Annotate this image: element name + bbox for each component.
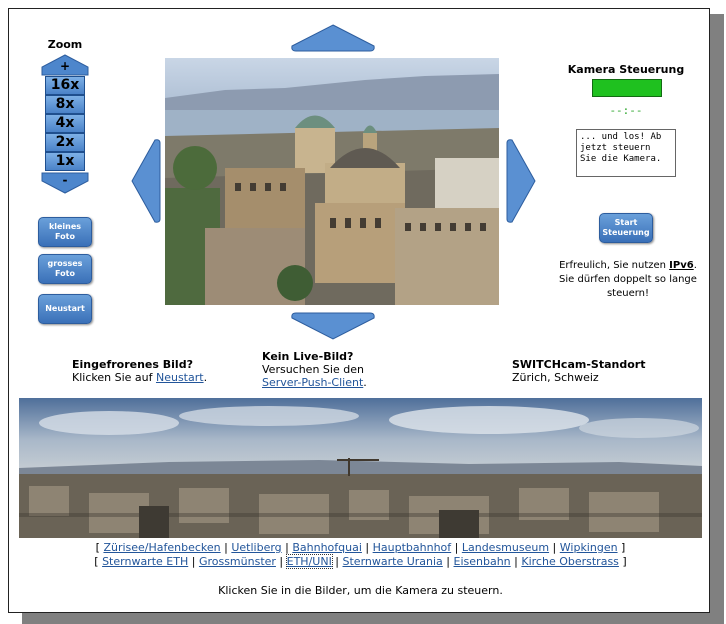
pan-up-arrow[interactable] (290, 24, 376, 52)
preset-link[interactable]: Sternwarte Urania (343, 555, 443, 568)
restart-button[interactable]: Neustart (38, 294, 92, 324)
ipv6-notice-pre: Erfreulich, Sie nutzen (559, 260, 666, 271)
pan-down-arrow[interactable] (290, 312, 376, 340)
no-live-image-text: Versuchen Sie den (262, 363, 364, 376)
footer-instruction: Klicken Sie in die Bilder, um die Kamera… (218, 584, 503, 597)
preset-link[interactable]: Wipkingen (560, 541, 618, 554)
control-message-box: ... und los! Ab jetzt steuern Sie die Ka… (576, 129, 676, 177)
preset-link[interactable]: Uetliberg (231, 541, 281, 554)
server-push-client-link[interactable]: Server-Push-Client (262, 376, 363, 389)
preset-link[interactable]: Eisenbahn (454, 555, 511, 568)
preset-links-row-2: [ Sternwarte ETH | Grossmünster | ETH/UN… (94, 554, 627, 569)
zoom-8x[interactable]: 8x (45, 95, 85, 114)
preset-link[interactable]: Grossmünster (199, 555, 276, 568)
preset-link-active[interactable]: ETH/UNI (285, 554, 333, 569)
zoom-out-label: - (62, 173, 68, 187)
small-photo-button[interactable]: kleines Foto (38, 217, 92, 247)
location-title: SWITCHcam-Standort (512, 358, 646, 371)
large-photo-button[interactable]: grosses Foto (38, 254, 92, 284)
preset-link[interactable]: Landesmuseum (462, 541, 549, 554)
zoom-in-button[interactable]: + (40, 54, 90, 76)
zoom-title: Zoom (47, 38, 83, 51)
no-live-image-title: Kein Live-Bild? (262, 350, 354, 363)
zoom-2x[interactable]: 2x (45, 133, 85, 152)
preset-link[interactable]: Hauptbahnhof (373, 541, 452, 554)
panorama-image[interactable] (19, 398, 702, 538)
frozen-image-end: . (203, 371, 208, 384)
camera-image[interactable] (165, 58, 499, 305)
zoom-1x[interactable]: 1x (45, 152, 85, 171)
frozen-image-text: Klicken Sie auf (72, 371, 153, 384)
frozen-image-title: Eingefrorenes Bild? (72, 358, 193, 371)
restart-link[interactable]: Neustart (156, 371, 204, 384)
ipv6-notice-bold: IPv6 (669, 260, 694, 271)
zoom-out-button[interactable]: - (40, 172, 90, 194)
control-status-indicator (592, 79, 662, 97)
no-live-image-end: . (363, 376, 367, 389)
preset-links-row-1: [ Zürisee/Hafenbecken | Uetliberg | Bahn… (95, 541, 626, 554)
preset-link[interactable]: Sternwarte ETH (102, 555, 188, 568)
location-info: SWITCHcam-Standort Zürich, Schweiz (512, 358, 682, 384)
start-control-button[interactable]: Start Steuerung (599, 213, 653, 243)
preset-link[interactable]: Bahnhofquai (292, 541, 362, 554)
zoom-in-label: + (59, 59, 71, 73)
preset-link[interactable]: Kirche Oberstrass (521, 555, 619, 568)
camera-control-title: Kamera Steuerung (567, 63, 685, 76)
frozen-image-info: Eingefrorenes Bild? Klicken Sie auf Neus… (72, 358, 242, 384)
control-timer: --:-- (609, 104, 643, 117)
no-live-image-info: Kein Live-Bild? Versuchen Sie den Server… (262, 350, 432, 389)
pan-left-arrow[interactable] (131, 138, 161, 224)
preset-link[interactable]: Zürisee/Hafenbecken (103, 541, 220, 554)
ipv6-notice: Erfreulich, Sie nutzen IPv6. Sie dürfen … (558, 259, 698, 301)
zoom-16x[interactable]: 16x (45, 76, 85, 95)
pan-right-arrow[interactable] (506, 138, 536, 224)
location-text: Zürich, Schweiz (512, 371, 599, 384)
zoom-4x[interactable]: 4x (45, 114, 85, 133)
